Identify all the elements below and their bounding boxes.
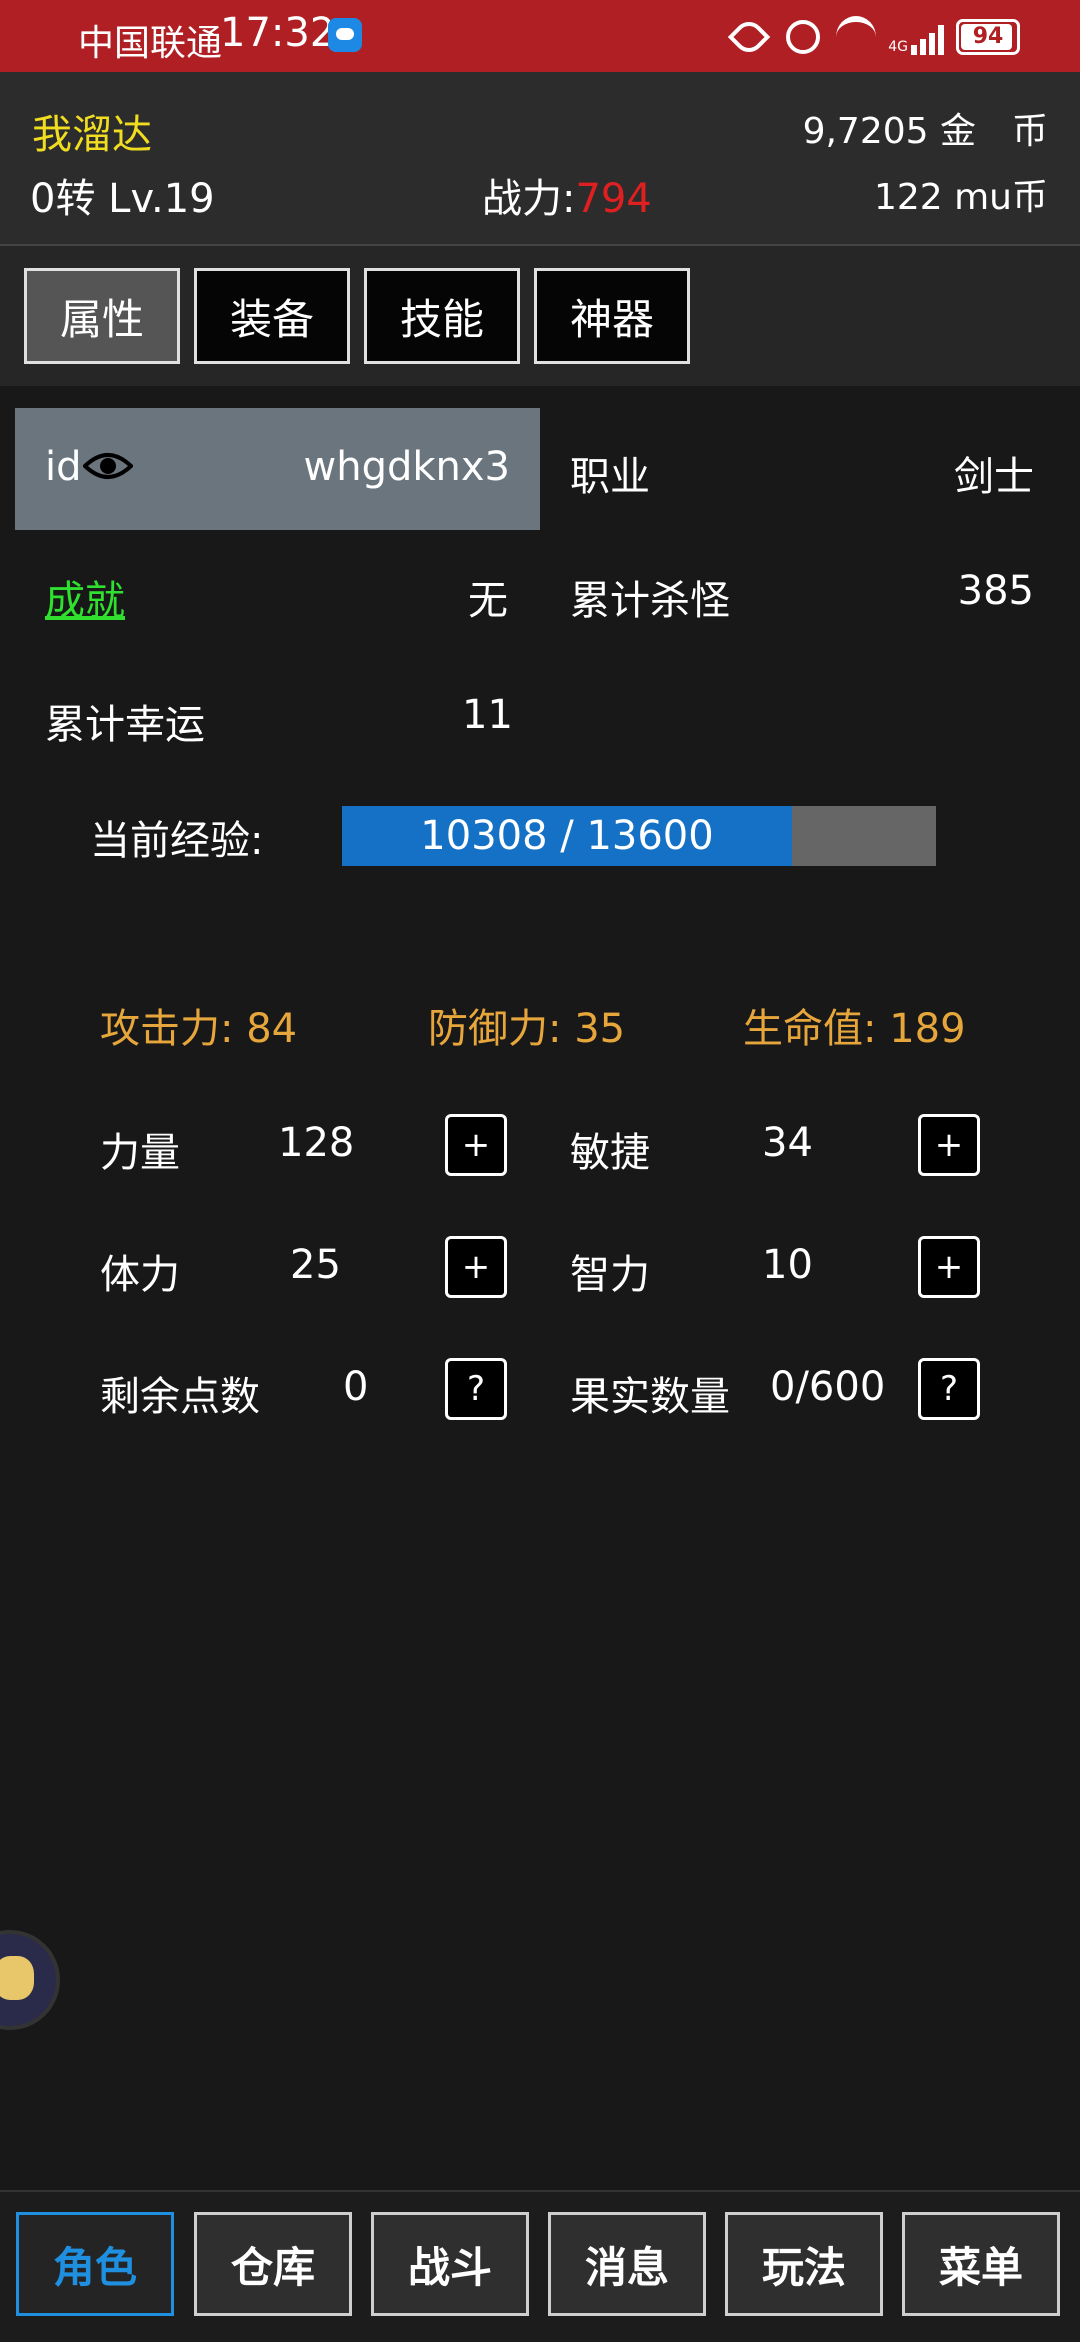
achievement-value: 无 xyxy=(468,578,508,624)
combat-power: 战力:794 xyxy=(482,166,652,224)
nav-warehouse[interactable]: 仓库 xyxy=(194,2212,352,2316)
player-header: 我溜达 9,7205 金 币 0转 Lv.19 战力:794 122 mu币 xyxy=(0,72,1080,246)
power-value: 794 xyxy=(575,176,652,222)
remaining-points-label: 剩余点数 xyxy=(100,1374,260,1420)
tab-equipment[interactable]: 装备 xyxy=(194,268,350,364)
battery-icon: 94 xyxy=(956,19,1020,55)
nav-battle[interactable]: 战斗 xyxy=(371,2212,529,2316)
remaining-points-help-button[interactable]: ? xyxy=(445,1358,507,1420)
nav-menu[interactable]: 菜单 xyxy=(902,2212,1060,2316)
status-icons: 4G 94 xyxy=(728,15,1020,59)
id-label: id xyxy=(45,444,82,490)
exp-progress-bar: 10308 / 13600 xyxy=(342,806,936,866)
player-name: 我溜达 xyxy=(32,112,152,158)
tab-artifacts[interactable]: 神器 xyxy=(534,268,690,364)
luck-value: 11 xyxy=(462,692,513,738)
exp-label: 当前经验: xyxy=(90,818,264,864)
wifi-icon xyxy=(836,16,877,58)
tab-skills[interactable]: 技能 xyxy=(364,268,520,364)
defense-stat: 防御力: 35 xyxy=(428,1006,626,1052)
fruit-count-label: 果实数量 xyxy=(570,1374,730,1420)
player-level: 0转 Lv.19 xyxy=(30,176,215,222)
intellect-plus-button[interactable]: + xyxy=(918,1236,980,1298)
power-label: 战力: xyxy=(482,176,576,222)
mu-coin-amount: 122 mu币 xyxy=(873,177,1048,218)
fruit-help-button[interactable]: ? xyxy=(918,1358,980,1420)
strength-label: 力量 xyxy=(100,1130,180,1176)
kills-value: 385 xyxy=(957,568,1034,614)
player-id-box: id whgdknx3 xyxy=(15,408,540,530)
weather-app-icon xyxy=(328,18,362,52)
job-label: 职业 xyxy=(570,454,650,500)
remaining-points-value: 0 xyxy=(343,1364,369,1410)
intellect-value: 10 xyxy=(762,1242,813,1288)
eye-comfort-icon xyxy=(728,15,771,59)
exp-progress-text: 10308 / 13600 xyxy=(420,813,714,859)
id-value: whgdknx3 xyxy=(303,444,510,490)
floating-avatar[interactable] xyxy=(0,1930,60,2030)
clock: 17:32 xyxy=(220,10,336,56)
stamina-plus-button[interactable]: + xyxy=(445,1236,507,1298)
bottom-nav: 角色 仓库 战斗 消息 玩法 菜单 xyxy=(0,2190,1080,2342)
agility-label: 敏捷 xyxy=(570,1130,650,1176)
battery-level: 94 xyxy=(972,24,1004,49)
job-value: 剑士 xyxy=(954,454,1034,500)
tab-attributes[interactable]: 属性 xyxy=(24,268,180,364)
strength-value: 128 xyxy=(278,1120,355,1166)
nav-character[interactable]: 角色 xyxy=(16,2212,174,2316)
eye-icon[interactable] xyxy=(83,446,133,486)
network-type: 4G xyxy=(888,39,908,55)
nav-gameplay[interactable]: 玩法 xyxy=(725,2212,883,2316)
nav-messages[interactable]: 消息 xyxy=(548,2212,706,2316)
attack-stat: 攻击力: 84 xyxy=(100,1006,298,1052)
cell-signal-icon: 4G xyxy=(888,19,944,55)
achievement-link[interactable]: 成就 xyxy=(45,568,125,626)
luck-label: 累计幸运 xyxy=(45,702,205,748)
stamina-label: 体力 xyxy=(100,1252,180,1298)
intellect-label: 智力 xyxy=(570,1252,650,1298)
kills-label: 累计杀怪 xyxy=(570,578,730,624)
gold-amount: 9,7205 金 币 xyxy=(802,111,1048,152)
carrier-name: 中国联通 xyxy=(78,23,223,64)
fruit-count-value: 0/600 xyxy=(770,1364,886,1410)
agility-value: 34 xyxy=(762,1120,813,1166)
sub-tabs: 属性 装备 技能 神器 xyxy=(0,246,1080,386)
stamina-value: 25 xyxy=(290,1242,341,1288)
agility-plus-button[interactable]: + xyxy=(918,1114,980,1176)
alarm-icon xyxy=(786,20,821,54)
status-bar: 中国联通 17:32 4G 94 xyxy=(0,0,1080,72)
strength-plus-button[interactable]: + xyxy=(445,1114,507,1176)
hp-stat: 生命值: 189 xyxy=(743,1006,966,1052)
